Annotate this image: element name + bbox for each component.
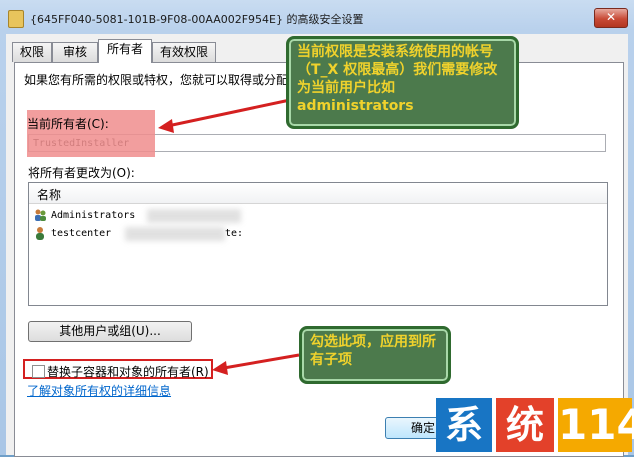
- window-title: {645FF040-5081-101B-9F08-00AA002F954E} 的…: [30, 13, 364, 26]
- list-header-label: 名称: [37, 188, 62, 202]
- owner-name: Administrators: [51, 210, 136, 221]
- tab-effective-permissions[interactable]: 有效权限: [152, 42, 216, 62]
- tab-auditing[interactable]: 审核: [52, 42, 98, 62]
- list-item[interactable]: Administrators: [33, 207, 135, 225]
- group-users-icon: [33, 208, 47, 222]
- owner-list[interactable]: 名称 Administrators testcenter te:: [28, 182, 608, 306]
- annotation-callout-checkbox: 勾选此项，应用到所有子项: [299, 326, 451, 384]
- list-item[interactable]: testcenter: [33, 225, 111, 243]
- tab-owner[interactable]: 所有者: [98, 39, 152, 63]
- replace-owner-checkbox[interactable]: [32, 365, 45, 378]
- replace-owner-label: 替换子容器和对象的所有者(R): [47, 365, 209, 379]
- advanced-security-window: {645FF040-5081-101B-9F08-00AA002F954E} 的…: [0, 0, 634, 457]
- title-bar: {645FF040-5081-101B-9F08-00AA002F954E} 的…: [0, 0, 634, 34]
- watermark-char-2: 统: [496, 398, 554, 452]
- replace-owner-option[interactable]: 替换子容器和对象的所有者(R): [23, 359, 213, 379]
- redacted-text: [147, 209, 241, 223]
- user-icon: [33, 226, 47, 240]
- intro-text: 如果您有所需的权限或特权，您就可以取得或分配: [24, 73, 289, 87]
- redacted-text: [125, 227, 225, 241]
- close-button[interactable]: ✕: [594, 8, 628, 28]
- owner-name: testcenter: [51, 228, 112, 239]
- learn-ownership-link[interactable]: 了解对象所有权的详细信息: [27, 382, 171, 399]
- watermark-char-3: 114: [558, 398, 634, 452]
- watermark-char-1: 系: [436, 398, 492, 452]
- site-watermark: 系 统 114: [436, 398, 634, 452]
- current-owner-label: 当前所有者(C):: [27, 117, 109, 131]
- tab-permissions[interactable]: 权限: [12, 42, 52, 62]
- owner-name-suffix: te:: [225, 228, 244, 239]
- folder-icon: [8, 10, 24, 28]
- annotation-callout-owner: 当前权限是安装系统使用的帐号（T_X 权限最高）我们需要修改为当前用户比如adm…: [286, 36, 519, 129]
- list-header-name[interactable]: 名称: [29, 183, 607, 204]
- other-users-button[interactable]: 其他用户或组(U)...: [28, 321, 192, 342]
- change-owner-label: 将所有者更改为(O):: [28, 166, 135, 180]
